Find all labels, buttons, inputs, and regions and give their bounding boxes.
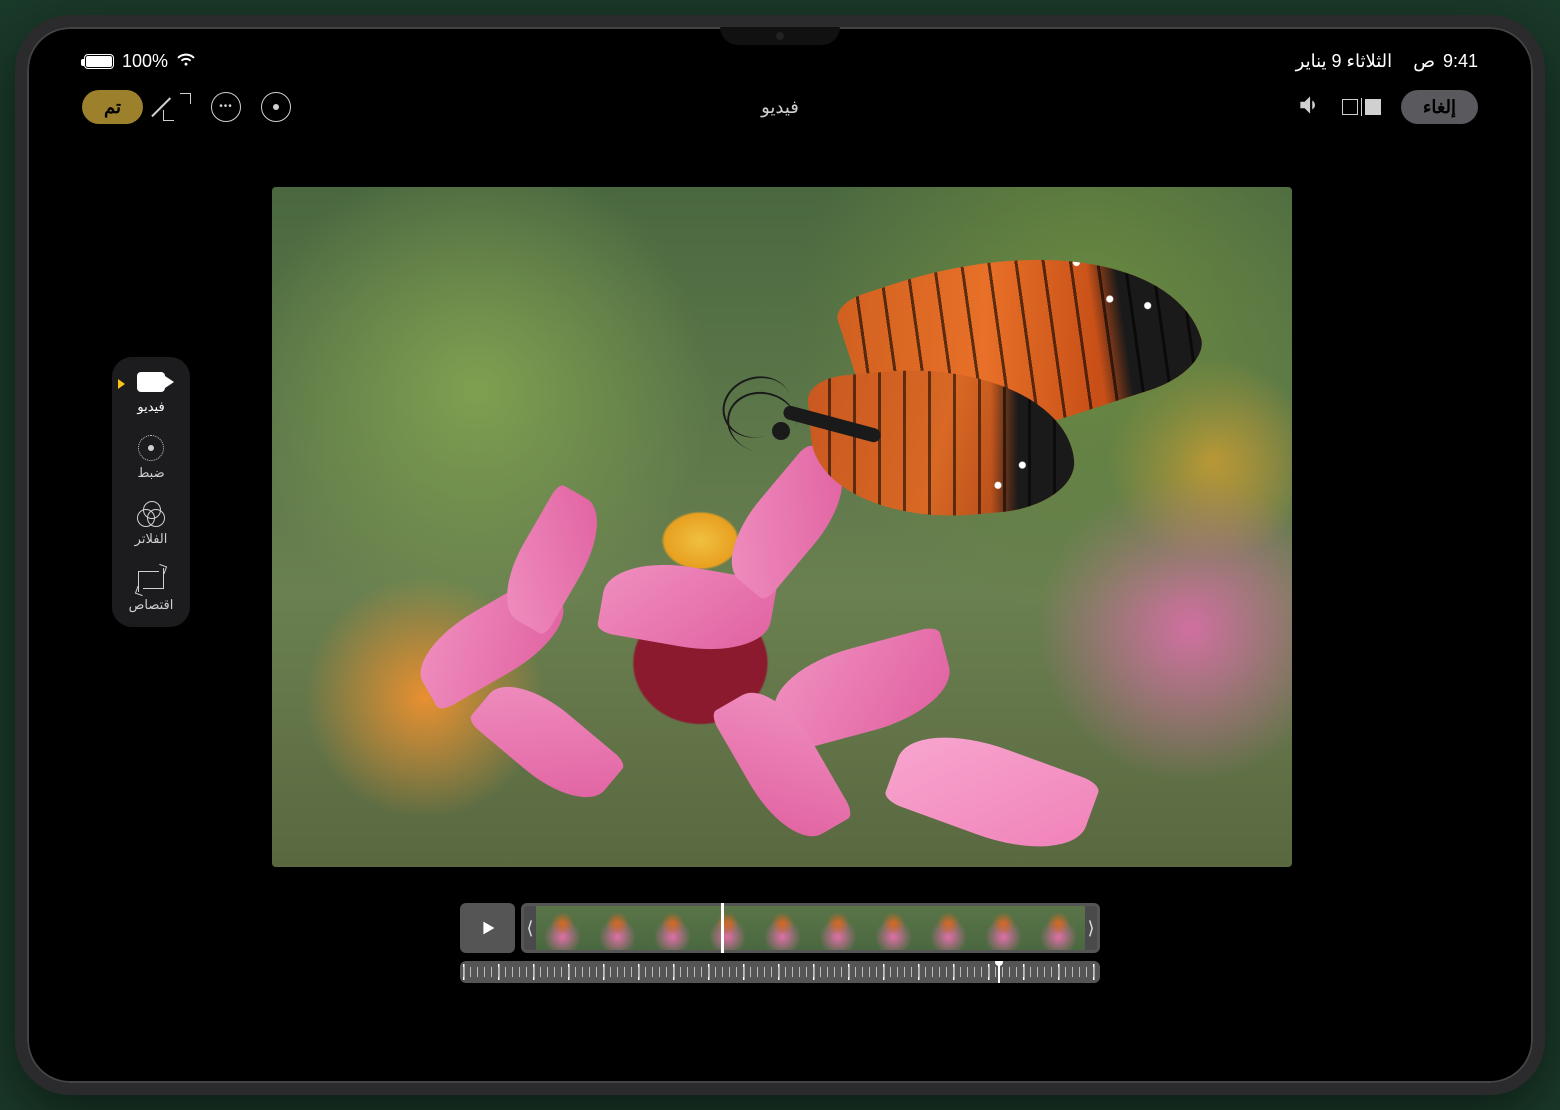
editor-title: فيديو	[761, 97, 799, 118]
video-icon	[137, 372, 165, 392]
tool-crop[interactable]: اقتصاص	[112, 569, 190, 613]
crop-icon	[138, 567, 164, 593]
frame-viewer[interactable]: ⟨ ⟩	[521, 903, 1100, 953]
play-button[interactable]	[460, 903, 515, 953]
playhead[interactable]	[721, 903, 724, 953]
status-time: 9:41	[1443, 51, 1478, 72]
cancel-button[interactable]: إلغاء	[1401, 90, 1478, 124]
tool-filters-label: الفلاتر	[135, 531, 168, 547]
ipad-frame: 9:41 ص الثلاثاء 9 يناير 100% إلغاء في	[15, 15, 1545, 1095]
tool-video-label: فيديو	[137, 399, 164, 415]
filters-icon	[137, 501, 165, 527]
status-indicators: 100%	[82, 49, 196, 74]
scrub-ruler[interactable]	[460, 961, 1100, 983]
tool-crop-label: اقتصاص	[129, 597, 174, 613]
fullscreen-button[interactable]	[163, 93, 191, 121]
edit-tool-sidebar: فيديو ضبط الفلاتر اقتصاص	[112, 357, 190, 627]
adjust-icon	[138, 435, 164, 461]
ruler-marker[interactable]	[998, 961, 1000, 983]
video-preview[interactable]	[272, 187, 1292, 867]
compare-icon[interactable]	[1342, 98, 1381, 116]
wifi-icon	[176, 49, 196, 74]
trim-end-handle[interactable]: ⟩	[1085, 906, 1097, 950]
status-bar: 9:41 ص الثلاثاء 9 يناير 100%	[27, 49, 1533, 74]
editor-topbar: إلغاء فيديو ••• تم	[27, 82, 1533, 132]
status-datetime: 9:41 ص الثلاثاء 9 يناير	[1296, 51, 1478, 72]
done-button[interactable]: تم	[82, 90, 143, 124]
tool-adjust-label: ضبط	[137, 465, 164, 481]
tool-video[interactable]: فيديو	[112, 371, 190, 415]
more-button[interactable]: •••	[211, 92, 241, 122]
battery-percent: 100%	[122, 51, 168, 72]
notch	[720, 27, 840, 45]
frame-strip	[535, 906, 1086, 950]
speaker-icon[interactable]	[1296, 92, 1322, 123]
tool-adjust[interactable]: ضبط	[112, 437, 190, 481]
status-period: ص	[1413, 51, 1435, 72]
timeline: ⟨ ⟩	[460, 903, 1100, 983]
battery-icon	[82, 54, 114, 69]
ellipsis-icon: •••	[219, 102, 233, 112]
trim-start-handle[interactable]: ⟨	[524, 906, 536, 950]
tool-filters[interactable]: الفلاتر	[112, 503, 190, 547]
livephoto-icon[interactable]	[261, 92, 291, 122]
preview-image	[272, 187, 1292, 867]
status-date: الثلاثاء 9 يناير	[1296, 51, 1393, 72]
